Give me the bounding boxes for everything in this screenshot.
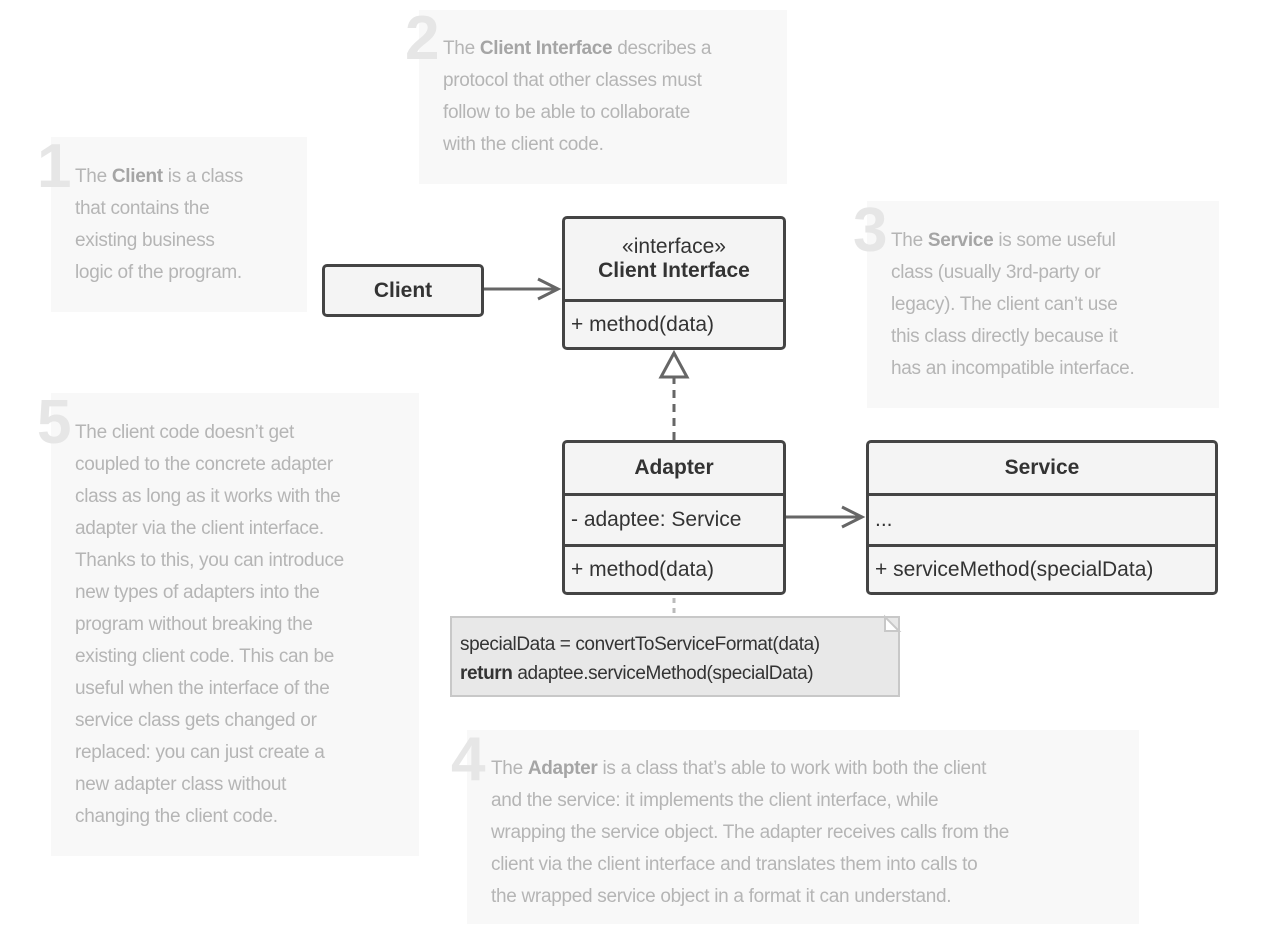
folded-corner-icon	[884, 614, 902, 632]
note-fold	[884, 614, 902, 632]
